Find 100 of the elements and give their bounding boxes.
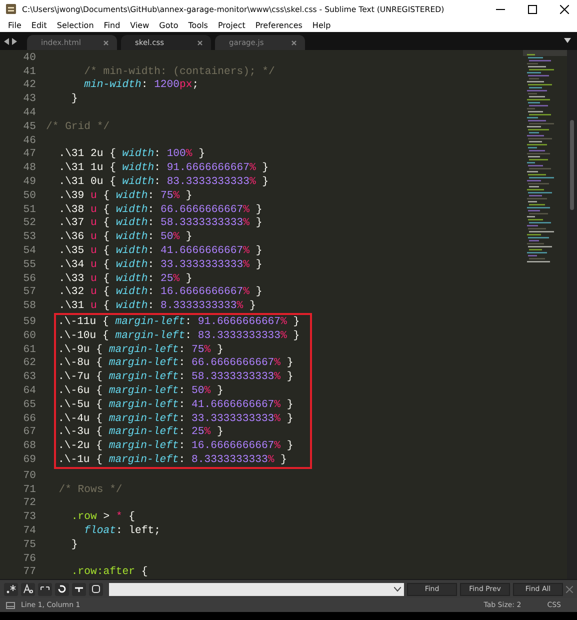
code-line: .\38 u { width: 66.6666666667% } <box>58 204 262 216</box>
dropdown-icon[interactable] <box>564 38 571 43</box>
highlight-icon <box>91 584 101 594</box>
code-line: .\-10u { margin-left: 83.3333333333% } <box>58 330 300 342</box>
code-line: .\33 u { width: 25% } <box>58 272 192 285</box>
regex-icon <box>6 584 16 594</box>
menu-item[interactable]: Tools <box>183 20 213 30</box>
caret-icon[interactable] <box>394 586 401 592</box>
line-number: 72 <box>22 497 37 510</box>
code-line: .\-2u { margin-left: 16.6666666667% } <box>58 440 294 452</box>
line-number: 52 <box>22 217 37 230</box>
code-line: float: left; <box>83 524 160 537</box>
code-line: .\-4u { margin-left: 33.3333333333% } <box>58 412 294 425</box>
line-number: 42 <box>22 79 37 92</box>
menu-item[interactable]: View <box>125 20 154 30</box>
line-number: 55 <box>22 258 37 271</box>
line-number: 68 <box>22 440 37 452</box>
app-icon <box>6 4 16 14</box>
code-line: .\31 u { width: 8.3333333333% } <box>58 300 256 312</box>
code-line: .\-9u { margin-left: 75% } <box>58 344 224 356</box>
code-line: .row > * { <box>70 511 136 524</box>
code-line: .\31 2u { width: 100% } <box>58 148 205 160</box>
line-number: 57 <box>22 286 37 298</box>
line-number: 47 <box>22 148 37 160</box>
line-number: 53 <box>22 231 37 244</box>
line-number: 73 <box>22 511 37 524</box>
menu-item[interactable]: Find <box>98 20 126 30</box>
code-line: .\-1u { margin-left: 8.3333333333% } <box>58 454 287 466</box>
line-number: 67 <box>22 426 37 438</box>
case-toggle[interactable] <box>21 582 35 596</box>
code-line: /* Rows */ <box>58 484 122 496</box>
line-number: 70 <box>22 470 37 482</box>
line-number: 44 <box>22 107 37 120</box>
back-icon[interactable] <box>4 38 9 44</box>
line-number: 45 <box>22 120 37 133</box>
code-line: .\31 1u { width: 91.6666666667% } <box>58 162 269 174</box>
line-number: 69 <box>22 454 37 466</box>
code-line: .row:after { <box>70 566 148 578</box>
line-number: 43 <box>22 93 37 106</box>
line-number: 71 <box>22 484 37 496</box>
minimize-icon[interactable] <box>496 8 504 10</box>
maximize-icon[interactable] <box>528 4 536 14</box>
code-line: .\-7u { margin-left: 58.3333333333% } <box>58 371 294 384</box>
line-number: 66 <box>22 412 37 425</box>
find-input[interactable] <box>109 582 404 596</box>
line-number: 59 <box>22 316 37 328</box>
in-selection-toggle[interactable] <box>72 582 86 596</box>
code-line: .\31 0u { width: 83.3333333333% } <box>58 176 269 188</box>
code-line: .\-6u { margin-left: 50% } <box>58 385 224 398</box>
code-line: .\37 u { width: 58.3333333333% } <box>58 217 262 230</box>
menu-item[interactable]: Goto <box>154 20 184 30</box>
menu-item[interactable]: Project <box>212 20 250 30</box>
line-number: 63 <box>22 371 37 384</box>
whole-word-toggle[interactable] <box>38 582 52 596</box>
line-number: 49 <box>22 176 37 188</box>
line-number: 48 <box>22 162 37 174</box>
code-line: min-width: 1200px; <box>83 79 199 92</box>
line-number: 56 <box>22 272 37 285</box>
line-number: 62 <box>22 357 37 370</box>
code-line: /* min-width: (containers); */ <box>83 66 275 78</box>
regex-toggle[interactable] <box>4 582 18 596</box>
code-line: .\36 u { width: 50% } <box>58 231 192 244</box>
wrap-toggle[interactable] <box>55 582 69 596</box>
code-line: .\-5u { margin-left: 41.6666666667% } <box>58 398 294 411</box>
wrap-icon <box>57 584 67 594</box>
line-number: 50 <box>22 190 37 202</box>
code-line: } <box>70 538 78 551</box>
code-line: .\39 u { width: 75% } <box>58 190 192 202</box>
code-line: .\35 u { width: 41.6666666667% } <box>58 245 262 258</box>
line-number: 41 <box>22 66 37 78</box>
case-icon <box>23 584 33 594</box>
line-number: 74 <box>22 524 37 537</box>
scrollbar-thumb[interactable] <box>570 120 574 210</box>
menu-item[interactable]: File <box>3 20 26 30</box>
line-number: 76 <box>22 552 37 565</box>
close-icon[interactable] <box>560 4 568 14</box>
line-number: 64 <box>22 385 37 398</box>
code-line: .\-3u { margin-left: 25% } <box>58 426 224 438</box>
line-number: 54 <box>22 245 37 258</box>
line-number: 51 <box>22 204 37 216</box>
code-line: .\-8u { margin-left: 66.6666666667% } <box>58 357 294 370</box>
panel-icon[interactable] <box>6 602 15 608</box>
code-line: .\34 u { width: 33.3333333333% } <box>58 258 262 271</box>
menu-item[interactable]: Selection <box>52 20 99 30</box>
menu-item[interactable]: Preferences <box>250 20 308 30</box>
code-line: /* Grid */ <box>46 120 110 133</box>
line-number: 65 <box>22 398 37 411</box>
line-number: 46 <box>22 134 37 147</box>
highlight-toggle[interactable] <box>89 582 103 596</box>
line-number: 75 <box>22 538 37 551</box>
line-number: 58 <box>22 300 37 312</box>
line-number: 77 <box>22 566 37 578</box>
code-line: .\-11u { margin-left: 91.6666666667% } <box>58 316 300 328</box>
line-number: 60 <box>22 330 37 342</box>
line-number: 40 <box>22 52 37 64</box>
menu-item[interactable]: Edit <box>26 20 52 30</box>
line-number: 61 <box>22 344 37 356</box>
forward-icon[interactable] <box>12 38 17 44</box>
menu-item[interactable]: Help <box>307 20 336 30</box>
code-line: .\32 u { width: 16.6666666667% } <box>58 286 262 298</box>
